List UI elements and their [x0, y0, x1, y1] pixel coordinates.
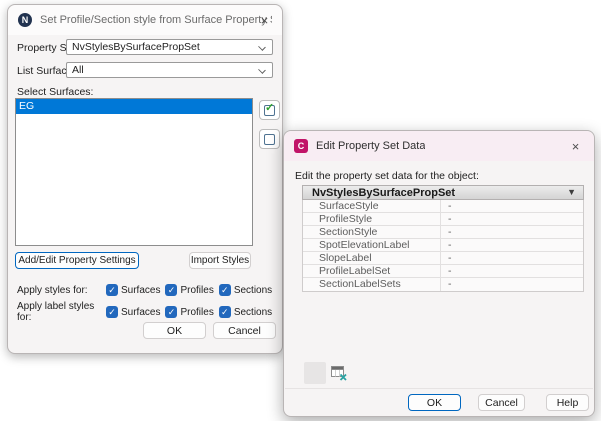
- apply-styles-label: Apply styles for:: [17, 285, 106, 296]
- property-set-value: NvStylesBySurfacePropSet: [72, 41, 200, 53]
- surface-listbox[interactable]: EG: [15, 98, 253, 246]
- property-value[interactable]: -: [440, 239, 583, 251]
- dialog2-title: Edit Property Set Data: [316, 140, 425, 152]
- checkbox-label: Surfaces: [121, 285, 160, 296]
- chevron-down-icon: [258, 66, 266, 74]
- profiles-checkbox[interactable]: ✓: [165, 306, 177, 318]
- checkbox-group: ✓Surfaces: [106, 284, 160, 296]
- empty-checkbox-icon: [264, 134, 275, 145]
- checkbox-group: ✓Sections: [219, 284, 272, 296]
- list-surfaces-dropdown[interactable]: All: [66, 62, 273, 78]
- dialog1-title: Set Profile/Section style from Surface P…: [40, 14, 272, 26]
- ok-button[interactable]: OK: [408, 394, 461, 411]
- property-name: SurfaceStyle: [303, 200, 440, 212]
- property-name: ProfileStyle: [303, 213, 440, 225]
- apply-label-styles-checkboxes: ✓Surfaces✓Profiles✓Sections: [106, 306, 272, 318]
- dropdown-arrow-icon: ▼: [567, 187, 576, 197]
- remove-property-set-button[interactable]: [331, 366, 348, 384]
- table-row: ProfileLabelSet-: [303, 265, 583, 278]
- property-name: SlopeLabel: [303, 252, 440, 264]
- set-profile-section-style-dialog: N Set Profile/Section style from Surface…: [7, 4, 283, 354]
- surface-list-item[interactable]: EG: [16, 99, 252, 114]
- n-app-icon: N: [18, 13, 32, 27]
- apply-styles-checkboxes: ✓Surfaces✓Profiles✓Sections: [106, 284, 272, 296]
- close-button[interactable]: ×: [567, 138, 584, 155]
- checkbox-group: ✓Profiles: [165, 306, 213, 318]
- apply-styles-row: Apply styles for: ✓Surfaces✓Profiles✓Sec…: [17, 284, 272, 296]
- uncheck-all-button[interactable]: [259, 129, 280, 149]
- import-styles-button[interactable]: Import Styles: [189, 252, 251, 269]
- cancel-button[interactable]: Cancel: [478, 394, 525, 411]
- checkbox-label: Profiles: [180, 285, 213, 296]
- disabled-button: [304, 362, 326, 384]
- checked-checkbox-icon: ✓: [264, 105, 275, 116]
- apply-label-styles-row: Apply label styles for: ✓Surfaces✓Profil…: [17, 301, 272, 323]
- table-row: SurfaceStyle-: [303, 200, 583, 213]
- table-row: SpotElevationLabel-: [303, 239, 583, 252]
- property-set-dropdown[interactable]: NvStylesBySurfacePropSet: [66, 39, 273, 55]
- chevron-down-icon: [258, 43, 266, 51]
- ok-button[interactable]: OK: [143, 322, 206, 339]
- table-header-label: NvStylesBySurfacePropSet: [312, 187, 455, 199]
- dialog1-titlebar: N Set Profile/Section style from Surface…: [8, 5, 282, 35]
- property-value[interactable]: -: [440, 278, 583, 291]
- checkbox-group: ✓Profiles: [165, 284, 213, 296]
- checkbox-label: Profiles: [180, 307, 213, 318]
- footer-divider: [285, 388, 593, 389]
- checkbox-group: ✓Surfaces: [106, 306, 160, 318]
- property-value[interactable]: -: [440, 213, 583, 225]
- edit-property-set-data-dialog: C Edit Property Set Data × Edit the prop…: [283, 130, 595, 417]
- property-value[interactable]: -: [440, 226, 583, 238]
- property-name: SectionStyle: [303, 226, 440, 238]
- select-surfaces-label: Select Surfaces:: [17, 86, 93, 98]
- apply-label-styles-label: Apply label styles for:: [17, 301, 106, 323]
- close-icon: ×: [572, 139, 580, 154]
- surfaces-checkbox[interactable]: ✓: [106, 306, 118, 318]
- table-row: SectionLabelSets-: [303, 278, 583, 291]
- property-value[interactable]: -: [440, 252, 583, 264]
- property-name: ProfileLabelSet: [303, 265, 440, 277]
- property-set-table: NvStylesBySurfacePropSet ▼ SurfaceStyle-…: [302, 185, 584, 292]
- checkbox-label: Surfaces: [121, 307, 160, 318]
- add-edit-property-settings-button[interactable]: Add/Edit Property Settings: [15, 252, 139, 269]
- desktop-background: N Set Profile/Section style from Surface…: [0, 0, 601, 421]
- table-row: ProfileStyle-: [303, 213, 583, 226]
- sections-checkbox[interactable]: ✓: [219, 284, 231, 296]
- list-surfaces-value: All: [72, 64, 84, 76]
- check-all-button[interactable]: ✓: [259, 100, 280, 120]
- civil3d-app-icon: C: [294, 139, 308, 153]
- property-name: SectionLabelSets: [303, 278, 440, 291]
- checkbox-label: Sections: [234, 307, 272, 318]
- dialog2-titlebar: C Edit Property Set Data ×: [284, 131, 594, 161]
- sections-checkbox[interactable]: ✓: [219, 306, 231, 318]
- property-value[interactable]: -: [440, 265, 583, 277]
- table-x-icon: [331, 366, 348, 381]
- checkbox-label: Sections: [234, 285, 272, 296]
- help-button[interactable]: Help: [546, 394, 589, 411]
- table-header[interactable]: NvStylesBySurfacePropSet ▼: [302, 185, 584, 200]
- table-row: SectionStyle-: [303, 226, 583, 239]
- edit-description-label: Edit the property set data for the objec…: [295, 170, 479, 182]
- property-name: SpotElevationLabel: [303, 239, 440, 251]
- check-icon: ✓: [265, 101, 274, 114]
- profiles-checkbox[interactable]: ✓: [165, 284, 177, 296]
- close-icon: ×: [261, 13, 269, 28]
- close-button[interactable]: ×: [256, 12, 273, 29]
- property-value[interactable]: -: [440, 200, 583, 212]
- property-table-body: SurfaceStyle-ProfileStyle-SectionStyle-S…: [302, 200, 584, 292]
- cancel-button[interactable]: Cancel: [213, 322, 276, 339]
- surfaces-checkbox[interactable]: ✓: [106, 284, 118, 296]
- table-row: SlopeLabel-: [303, 252, 583, 265]
- checkbox-group: ✓Sections: [219, 306, 272, 318]
